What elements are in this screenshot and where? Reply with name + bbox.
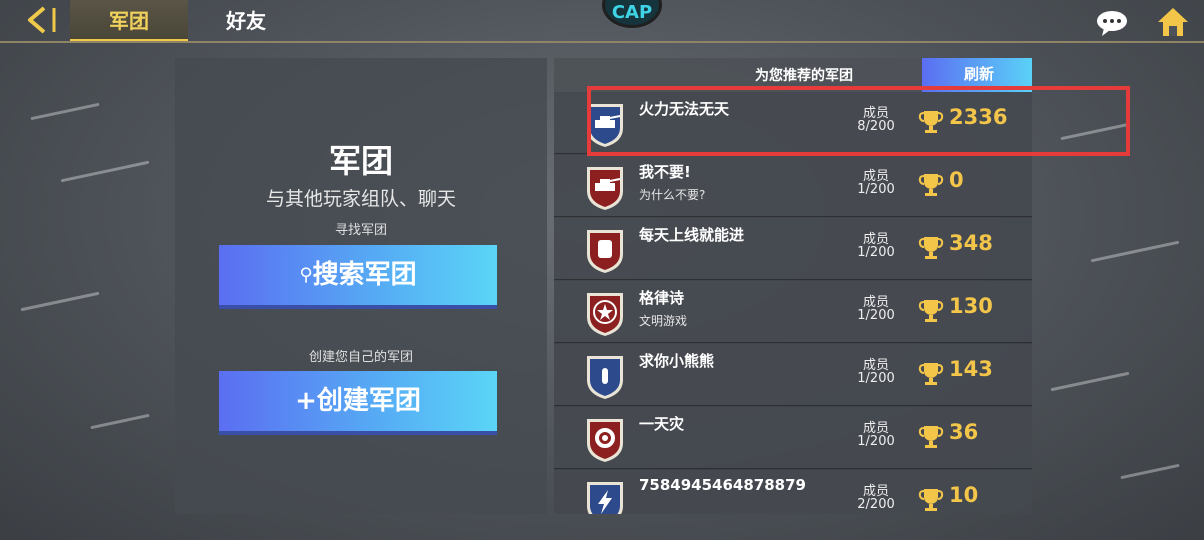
trophy-count: 0	[949, 168, 964, 192]
clan-row[interactable]: 我不要! 为什么不要? 成员 1/200 0	[554, 155, 1032, 217]
star-badge-icon	[584, 289, 626, 337]
clan-description: 文明游戏	[639, 314, 688, 328]
search-icon: ⚲	[299, 264, 313, 286]
clan-row[interactable]: 一天灾 成员 1/200 36	[554, 407, 1032, 469]
create-legion-button[interactable]: +创建军团	[219, 371, 497, 435]
trophy-icon	[918, 297, 944, 323]
clan-name: 求你小熊熊	[639, 352, 715, 370]
clan-description: 为什么不要?	[639, 188, 706, 202]
search-legion-button[interactable]: ⚲搜索军团	[219, 245, 497, 309]
home-icon	[1158, 8, 1188, 36]
trophy-count: 130	[949, 294, 993, 318]
members-count: 1/200	[857, 182, 895, 197]
trophy-icon	[918, 234, 944, 260]
top-bar: 军团 好友 CAP	[0, 0, 1204, 43]
clan-name: 我不要!	[639, 163, 691, 181]
members-count: 1/200	[857, 308, 895, 323]
chat-button[interactable]	[1096, 10, 1128, 36]
back-arrow-icon	[28, 6, 56, 34]
search-legion-label: 搜索军团	[312, 260, 417, 290]
tab-friends[interactable]: 好友	[200, 0, 292, 42]
clan-name: 一天灾	[639, 415, 685, 433]
clan-name: 每天上线就能进	[639, 226, 745, 244]
members-count: 1/200	[857, 245, 895, 260]
clan-row[interactable]: 求你小熊熊 成员 1/200 143	[554, 344, 1032, 406]
tank-badge-icon	[584, 163, 626, 211]
create-legion-label: 创建您自己的军团	[308, 350, 413, 365]
trophy-count: 348	[949, 231, 993, 255]
trophy-count: 143	[949, 357, 993, 381]
gear-badge-icon	[584, 415, 626, 463]
game-logo: CAP	[602, 0, 662, 28]
chat-icon	[1097, 11, 1127, 36]
trophy-icon	[918, 486, 944, 512]
panel-title: 军团	[328, 142, 393, 180]
top-bar-divider	[0, 41, 1204, 43]
clan-row[interactable]: 格律诗 文明游戏 成员 1/200 130	[554, 281, 1032, 343]
members-count: 1/200	[857, 434, 895, 449]
clan-name: 7584945464878879	[639, 476, 806, 494]
members-count: 1/200	[857, 371, 895, 386]
bullet-badge-icon	[584, 352, 626, 400]
trophy-count: 36	[949, 420, 979, 444]
panel-subtitle: 与其他玩家组队、聊天	[265, 188, 456, 210]
clan-name: 格律诗	[639, 289, 685, 307]
trophy-count: 10	[949, 483, 979, 507]
members-count: 2/200	[857, 497, 895, 512]
trophy-icon	[918, 360, 944, 386]
home-button[interactable]	[1156, 6, 1190, 38]
find-legion-label: 寻找军团	[334, 223, 387, 238]
lightning-badge-icon	[584, 478, 626, 514]
highlight-box	[587, 86, 1130, 156]
clan-row[interactable]: 每天上线就能进 成员 1/200 348	[554, 218, 1032, 280]
tab-legion[interactable]: 军团	[70, 0, 188, 42]
trophy-icon	[918, 171, 944, 197]
fist-badge-icon	[584, 226, 626, 274]
trophy-icon	[918, 423, 944, 449]
clan-row[interactable]: 7584945464878879 成员 2/200 10	[554, 470, 1032, 514]
back-button[interactable]	[22, 4, 62, 36]
